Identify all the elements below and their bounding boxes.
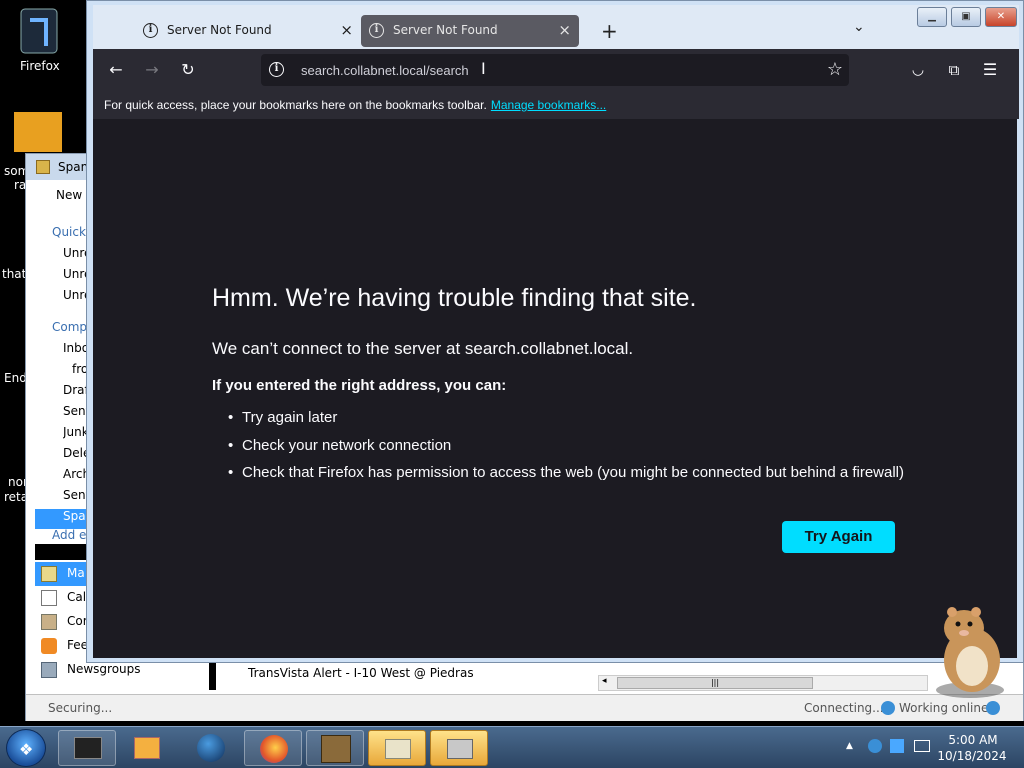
desktop-app-icon[interactable]	[14, 112, 62, 152]
close-icon[interactable]: ×	[340, 21, 353, 39]
taskbar-app-firefox[interactable]	[244, 730, 302, 766]
info-icon: i	[143, 23, 158, 38]
back-arrow-icon[interactable]: ←	[105, 59, 127, 81]
clock-date[interactable]: 10/18/2024	[934, 749, 1010, 763]
try-again-button[interactable]: Try Again	[782, 521, 895, 553]
text-cursor-icon: I	[481, 59, 486, 78]
desktop-firefox-label: Firefox	[20, 59, 60, 73]
mail-status-bar: Securing... Connecting... Working online	[26, 694, 1023, 721]
extensions-icon[interactable]: ⧉	[943, 59, 965, 81]
tab-title: Server Not Found	[393, 23, 498, 37]
system-tray: ▲ 5:00 AM 10/18/2024	[842, 727, 1024, 768]
rss-feed-icon	[41, 638, 57, 654]
globe-icon	[881, 701, 895, 715]
bookmarks-toolbar: For quick access, place your bookmarks h…	[93, 91, 1019, 119]
tab-bar: i Server Not Found × i Server Not Found …	[93, 5, 1019, 49]
close-icon[interactable]: ×	[558, 21, 571, 39]
firefox-window: i Server Not Found × i Server Not Found …	[86, 0, 1024, 663]
bookmark-star-icon[interactable]: ☆	[827, 59, 843, 80]
globe-icon	[986, 701, 1000, 715]
globe-icon	[197, 734, 225, 762]
error-title: Hmm. We’re having trouble finding that s…	[212, 284, 697, 312]
bookmarks-message: For quick access, place your bookmarks h…	[104, 98, 607, 112]
mail-icon	[41, 566, 57, 582]
scrollbar-thumb[interactable]: |||	[617, 677, 813, 689]
hamburger-menu-icon[interactable]: ☰	[979, 59, 1001, 81]
new-tab-button[interactable]: +	[601, 19, 618, 43]
mail-folder-drafts[interactable]: Draf	[63, 383, 89, 403]
firefox-shortcut-icon	[20, 8, 58, 54]
terminal-icon	[74, 737, 102, 759]
site-info-icon[interactable]: i	[269, 62, 284, 77]
desktop-frag-end: End	[4, 371, 27, 385]
calendar-icon	[41, 590, 57, 606]
mail-quick-filter-label: Quick	[52, 225, 86, 239]
desktop-firefox-icon[interactable]	[18, 6, 60, 56]
media-player-icon	[134, 737, 160, 759]
maximize-button[interactable]: ▣	[951, 7, 981, 27]
minimize-button[interactable]: ▁	[917, 7, 947, 27]
show-hidden-icons-icon[interactable]: ▲	[846, 741, 853, 751]
monitor-icon[interactable]	[914, 740, 930, 752]
mail-message-row[interactable]: TransVista Alert - I-10 West @ Piedras	[209, 662, 599, 690]
hamster-box-icon	[321, 735, 351, 763]
contacts-book-icon	[41, 614, 57, 630]
tab-server-not-found-1[interactable]: i Server Not Found ×	[135, 15, 361, 47]
url-text[interactable]: search.collabnet.local/search	[301, 63, 469, 78]
taskbar-app-globe[interactable]	[182, 730, 240, 766]
taskbar-app-terminal[interactable]	[58, 730, 116, 766]
error-page: Hmm. We’re having trouble finding that s…	[93, 119, 1017, 658]
hamster-mascot-icon	[936, 607, 1004, 698]
taskbar: ❖ ▲ 5:00 AM 10/18/2024	[0, 726, 1024, 768]
taskbar-app-tools[interactable]	[430, 730, 488, 766]
mail-status-connecting: Connecting...	[804, 701, 884, 715]
mail-envelope-icon	[385, 739, 411, 759]
tools-icon	[447, 739, 473, 759]
error-description: We can’t connect to the server at search…	[212, 339, 634, 358]
tray-app-icon[interactable]	[890, 739, 904, 753]
firefox-icon	[260, 735, 288, 763]
tab-server-not-found-2[interactable]: i Server Not Found ×	[361, 15, 579, 47]
newsgroups-icon	[41, 662, 57, 678]
taskbar-app-media[interactable]	[118, 730, 176, 766]
mail-new-button[interactable]: New	[56, 188, 82, 208]
scroll-left-arrow-icon[interactable]: ◂	[602, 676, 607, 686]
forward-arrow-icon[interactable]: →	[141, 59, 163, 81]
suggestion-item: Check your network connection	[228, 437, 904, 465]
taskbar-app-mail[interactable]	[368, 730, 426, 766]
suggestion-item: Check that Firefox has permission to acc…	[228, 464, 904, 492]
manage-bookmarks-link[interactable]: Manage bookmarks...	[491, 98, 606, 112]
mail-status-online: Working online	[899, 701, 989, 715]
pocket-icon[interactable]: ◡	[907, 59, 929, 81]
mail-app-icon	[36, 160, 50, 174]
start-button[interactable]: ❖	[6, 729, 46, 767]
mail-message-subject: TransVista Alert - I-10 West @ Piedras	[248, 666, 474, 680]
error-suggestions: Try again later Check your network conne…	[228, 409, 904, 492]
mail-folder-junk[interactable]: Junk	[63, 425, 89, 445]
list-all-tabs-button[interactable]: ⌄	[853, 19, 865, 35]
address-bar[interactable]: i search.collabnet.local/search I ☆	[261, 54, 849, 86]
navigation-toolbar: ← → ↻ i search.collabnet.local/search I …	[93, 49, 1019, 91]
desktop-frag-that: that	[2, 267, 27, 281]
mail-account-label: Comp	[52, 320, 88, 334]
tab-title: Server Not Found	[167, 23, 272, 37]
reload-icon[interactable]: ↻	[177, 59, 199, 81]
close-window-button[interactable]: ✕	[985, 7, 1017, 27]
error-subtitle: If you entered the right address, you ca…	[212, 377, 507, 394]
suggestion-item: Try again later	[228, 409, 904, 437]
network-icon[interactable]	[868, 739, 882, 753]
mail-status-securing: Securing...	[48, 701, 113, 715]
taskbar-app-box[interactable]	[306, 730, 364, 766]
clock-time[interactable]: 5:00 AM	[938, 733, 1008, 747]
windows-logo-icon: ❖	[19, 740, 34, 759]
horizontal-scrollbar[interactable]: ◂ |||	[598, 675, 928, 691]
info-icon: i	[369, 23, 384, 38]
